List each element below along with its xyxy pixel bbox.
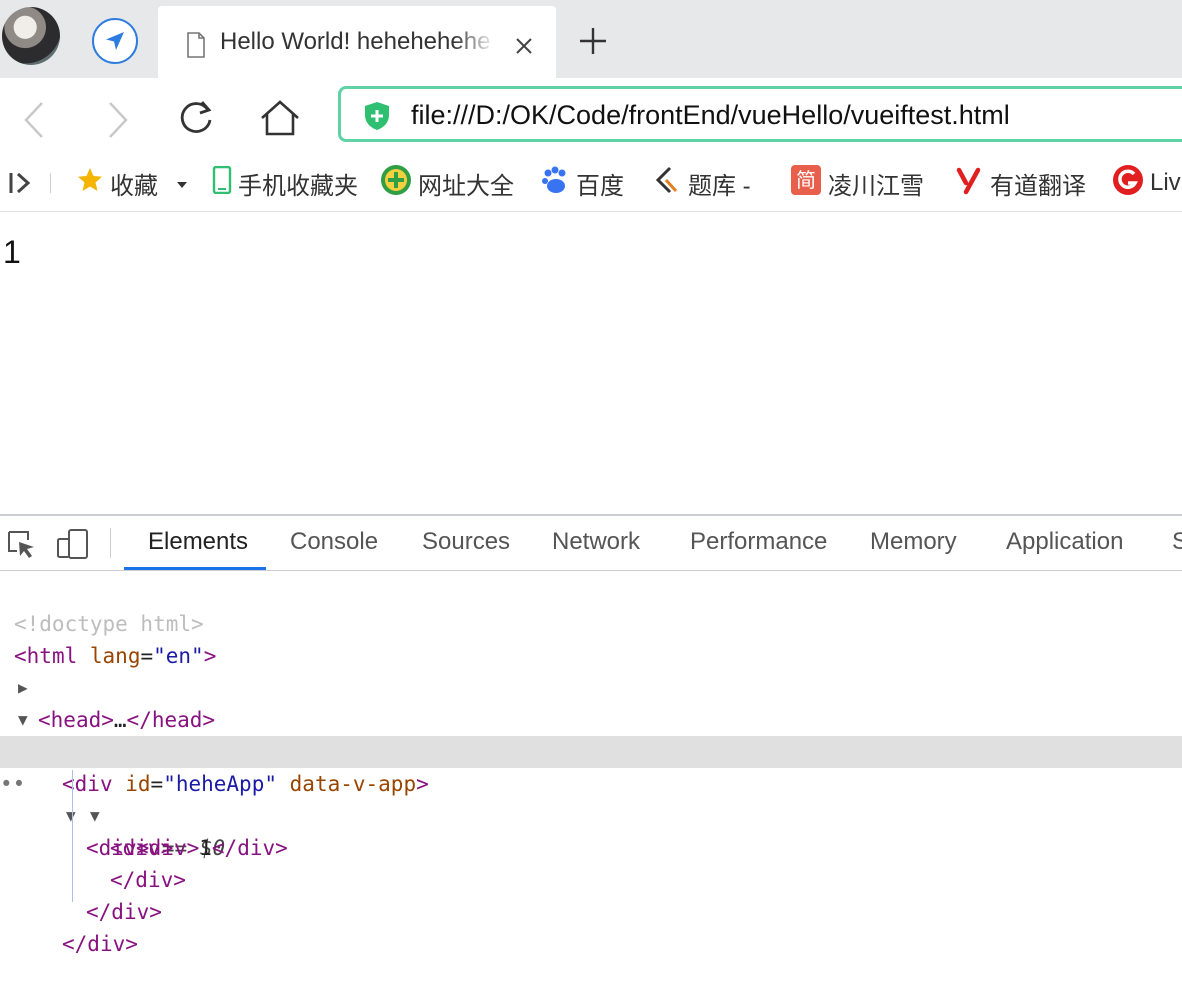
bookmarks-bar: 收藏 手机收藏夹 网址大全 百度 题库 - 简 凌川江雪 有道翻译 Liv <box>0 156 1182 212</box>
new-tab-plus-icon[interactable] <box>578 26 608 61</box>
dom-node-inner-div[interactable]: ▼ <div> <box>0 768 1182 860</box>
tab-elements[interactable]: Elements <box>148 528 248 556</box>
tab-performance[interactable]: Performance <box>690 528 827 556</box>
bookmark-label: 收藏 <box>110 172 158 200</box>
bookmark-separator <box>50 173 51 193</box>
profile-avatar[interactable] <box>2 7 60 65</box>
tab-security-truncated[interactable]: S <box>1172 528 1182 556</box>
bookmark-label: 网址大全 <box>418 172 514 200</box>
bookmark-url-directory[interactable]: 网址大全 <box>380 164 514 200</box>
bookmark-baidu[interactable]: 百度 <box>540 165 624 202</box>
dom-node-close-selected-div[interactable]: </div> <box>0 864 1182 924</box>
dom-node-close-inner-div[interactable]: </div> <box>0 832 1182 892</box>
bookmark-label: 手机收藏夹 <box>238 172 358 200</box>
address-bar[interactable]: file:///D:/OK/Code/frontEnd/vueHello/vue… <box>338 86 1182 142</box>
phone-icon <box>212 165 232 201</box>
tiku-icon <box>652 165 682 202</box>
baidu-paw-icon <box>540 165 570 202</box>
dom-node-body[interactable]: ▼ <body> <box>0 672 1182 764</box>
devtools-panel: Elements Console Sources Network Perform… <box>0 514 1182 956</box>
bookmark-lingchuan[interactable]: 简 凌川江雪 <box>790 164 924 200</box>
browser-toolbar: file:///D:/OK/Code/frontEnd/vueHello/vue… <box>0 78 1182 156</box>
bookmark-favorites[interactable]: 收藏 <box>76 166 188 201</box>
tab-console[interactable]: Console <box>290 528 378 556</box>
home-icon[interactable] <box>258 98 302 143</box>
jian-icon: 简 <box>790 164 822 203</box>
caret-down-icon[interactable] <box>176 169 188 197</box>
browser-tab-active[interactable]: Hello World! hehehehehe <box>158 6 556 78</box>
navigation-arrow-icon[interactable] <box>92 18 138 64</box>
g-icon <box>1112 164 1144 203</box>
devtools-tab-bar: Elements Console Sources Network Perform… <box>0 516 1182 571</box>
dom-tree: <!doctype html> <html lang="en"> ▶ <head… <box>0 572 1182 956</box>
youdao-icon <box>954 165 984 202</box>
div-close-tag-name: div <box>87 932 126 956</box>
dom-node-close-app-div[interactable]: </div> <box>0 896 1182 956</box>
dom-node-text-div[interactable]: <div>1</div> <box>0 800 1182 860</box>
page-icon <box>186 32 206 63</box>
tree-indent-guide <box>72 770 73 902</box>
svg-text:简: 简 <box>796 168 816 192</box>
secure-shield-icon <box>363 101 391 136</box>
reload-icon[interactable] <box>176 98 216 143</box>
tab-application[interactable]: Application <box>1006 528 1123 556</box>
plus-globe-icon <box>380 164 412 203</box>
dom-node-html[interactable]: <html lang="en"> <box>0 608 1182 668</box>
tab-close-icon[interactable] <box>514 36 534 61</box>
bookmark-label: Liv <box>1150 169 1181 196</box>
page-viewport: 1 <box>0 212 1182 514</box>
dom-node-selected-div[interactable]: •• ▼ <div> == $0 <box>0 736 1182 860</box>
dom-node-head[interactable]: ▶ <head>…</head> <box>0 640 1182 732</box>
forward-arrow-icon[interactable] <box>104 100 132 145</box>
inspect-element-icon[interactable] <box>6 529 36 564</box>
tab-memory[interactable]: Memory <box>870 528 957 556</box>
star-icon <box>76 166 104 201</box>
bookmark-tiku[interactable]: 题库 - <box>652 165 751 202</box>
devtools-separator <box>110 528 111 558</box>
device-toolbar-icon[interactable] <box>56 529 90 564</box>
rendered-output-text: 1 <box>3 234 21 270</box>
bookmark-label: 题库 - <box>688 172 751 200</box>
bookmark-mobile[interactable]: 手机收藏夹 <box>212 165 358 201</box>
bookmark-label: 凌川江雪 <box>828 172 924 200</box>
bookmark-youdao[interactable]: 有道翻译 <box>954 165 1086 202</box>
tab-sources[interactable]: Sources <box>422 528 510 556</box>
bookmark-label: 百度 <box>576 172 624 200</box>
address-url: file:///D:/OK/Code/frontEnd/vueHello/vue… <box>411 100 1010 130</box>
dom-node-doctype[interactable]: <!doctype html> <box>0 576 1182 636</box>
sidebar-toggle-icon[interactable] <box>8 167 34 199</box>
bookmark-live[interactable]: Liv <box>1112 164 1181 199</box>
tab-strip: Hello World! hehehehehe <box>0 0 1182 78</box>
dom-node-app-div[interactable]: ▼ <div id="heheApp" data-v-app> <box>0 704 1182 796</box>
bookmark-label: 有道翻译 <box>990 172 1086 200</box>
active-tab-indicator <box>124 567 266 570</box>
back-arrow-icon[interactable] <box>20 100 48 145</box>
tab-title: Hello World! hehehehehe <box>220 28 491 55</box>
tab-network[interactable]: Network <box>552 528 640 556</box>
